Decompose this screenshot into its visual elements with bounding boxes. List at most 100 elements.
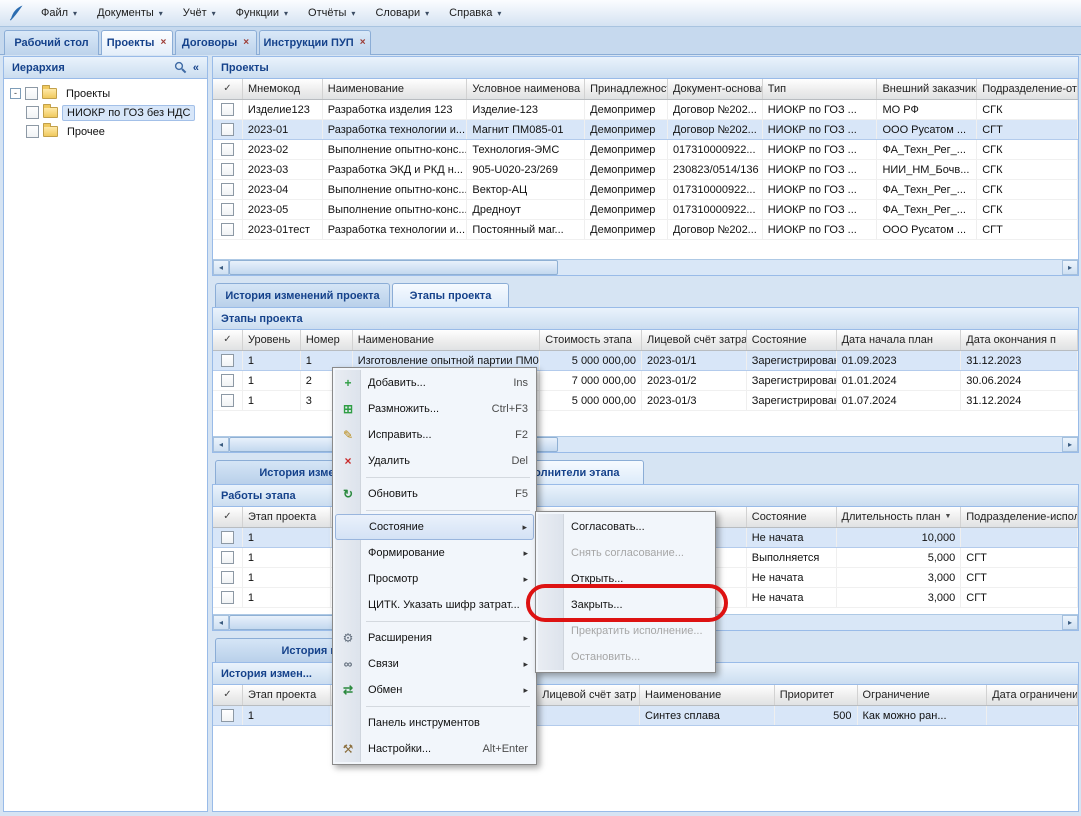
scroll-left-icon[interactable]: ◂ (213, 437, 229, 452)
section-tab[interactable]: История изменений проекта (215, 283, 390, 307)
menubar-item[interactable]: Учёт▾ (173, 0, 226, 26)
checkbox[interactable] (26, 106, 39, 119)
checkbox[interactable] (221, 591, 234, 604)
menu-item[interactable]: ⚒Настройки...Alt+Enter (335, 736, 534, 762)
select-all-header[interactable]: ✓ (213, 79, 243, 99)
column-header[interactable]: Наименование (323, 79, 468, 99)
column-header[interactable]: Тип (763, 79, 878, 99)
menubar-item[interactable]: Функции▾ (226, 0, 298, 26)
menu-item[interactable]: +Добавить...Ins (335, 370, 534, 396)
menubar-item[interactable]: Отчёты▾ (298, 0, 365, 26)
menu-item[interactable]: Формирование▸ (335, 540, 534, 566)
horizontal-scrollbar[interactable]: ◂▸ (213, 259, 1078, 275)
scrollbar-thumb[interactable] (229, 260, 558, 275)
scroll-left-icon[interactable]: ◂ (213, 260, 229, 275)
select-all-header[interactable]: ✓ (213, 507, 243, 527)
menu-item[interactable]: Просмотр▸ (335, 566, 534, 592)
checkbox[interactable] (221, 223, 234, 236)
menu-item[interactable]: ↻ОбновитьF5 (335, 481, 534, 507)
table-row[interactable]: 2023-05Выполнение опытно-конс...Дредноут… (213, 200, 1078, 220)
menubar-item[interactable]: Словари▾ (365, 0, 439, 26)
column-header[interactable]: Подразделение-от (977, 79, 1078, 99)
column-header[interactable]: Приоритет (775, 685, 858, 705)
checkbox[interactable] (221, 143, 234, 156)
scrollbar-track[interactable] (558, 260, 1062, 275)
table-row[interactable]: 2023-03Разработка ЭКД и РКД н...905-U020… (213, 160, 1078, 180)
checkbox[interactable] (221, 709, 234, 722)
column-header[interactable]: Лицевой счёт затрат (642, 330, 747, 350)
checkbox[interactable] (221, 394, 234, 407)
expander-icon[interactable]: - (10, 88, 21, 99)
section-tab[interactable]: Этапы проекта (392, 283, 509, 307)
menu-item[interactable]: ×УдалитьDel (335, 448, 534, 474)
checkbox[interactable] (221, 571, 234, 584)
menu-item[interactable]: ✎Исправить...F2 (335, 422, 534, 448)
close-icon[interactable]: × (242, 38, 250, 48)
find-icon[interactable] (174, 61, 187, 74)
checkbox[interactable] (221, 354, 234, 367)
select-all-header[interactable]: ✓ (213, 685, 243, 705)
checkbox[interactable] (26, 125, 39, 138)
column-header[interactable]: Условное наименова (467, 79, 585, 99)
menu-item[interactable]: ∞Связи▸ (335, 651, 534, 677)
column-header[interactable]: Дата ограничения (987, 685, 1078, 705)
menu-item[interactable]: Состояние▸ (335, 514, 534, 540)
scroll-right-icon[interactable]: ▸ (1062, 615, 1078, 630)
table-row[interactable]: Изделие123Разработка изделия 123Изделие-… (213, 100, 1078, 120)
column-header[interactable]: Принадлежность (585, 79, 668, 99)
column-header[interactable]: Уровень (243, 330, 301, 350)
tree-item[interactable]: НИОКР по ГОЗ без НДС (4, 103, 207, 122)
column-header[interactable]: Стоимость этапа (540, 330, 642, 350)
menu-item[interactable]: Согласовать... (538, 514, 713, 540)
checkbox[interactable] (221, 551, 234, 564)
column-header[interactable]: Этап проекта (243, 685, 331, 705)
checkbox[interactable] (221, 123, 234, 136)
collapse-panel-icon[interactable]: « (193, 62, 199, 74)
column-header[interactable]: Ограничение (858, 685, 988, 705)
table-row[interactable]: 2023-02Выполнение опытно-конс...Технолог… (213, 140, 1078, 160)
column-header[interactable]: Состояние (747, 330, 837, 350)
column-header[interactable]: Подразделение-исполн (961, 507, 1078, 527)
select-all-header[interactable]: ✓ (213, 330, 243, 350)
menubar-item[interactable]: Справка▾ (439, 0, 511, 26)
main-tab[interactable]: Проекты× (101, 30, 173, 55)
checkbox[interactable] (221, 103, 234, 116)
scroll-right-icon[interactable]: ▸ (1062, 260, 1078, 275)
menu-item[interactable]: ⚙Расширения▸ (335, 625, 534, 651)
menubar-item[interactable]: Файл▾ (31, 0, 87, 26)
menubar-item[interactable]: Документы▾ (87, 0, 173, 26)
column-header[interactable]: Длительность план▼ (837, 507, 962, 527)
checkbox[interactable] (25, 87, 38, 100)
checkbox[interactable] (221, 203, 234, 216)
column-header[interactable]: Мнемокод (243, 79, 323, 99)
checkbox[interactable] (221, 374, 234, 387)
checkbox[interactable] (221, 163, 234, 176)
table-row[interactable]: 2023-01Разработка технологии и...Магнит … (213, 120, 1078, 140)
close-icon[interactable]: × (359, 38, 367, 48)
main-tab[interactable]: Инструкции ПУП× (259, 30, 371, 55)
column-header[interactable]: Состояние (747, 507, 837, 527)
scroll-right-icon[interactable]: ▸ (1062, 437, 1078, 452)
column-header[interactable]: Наименование (640, 685, 775, 705)
main-tab[interactable]: Рабочий стол (4, 30, 99, 55)
scroll-left-icon[interactable]: ◂ (213, 615, 229, 630)
table-row[interactable]: 2023-04Выполнение опытно-конс...Вектор-А… (213, 180, 1078, 200)
checkbox[interactable] (221, 183, 234, 196)
main-tab[interactable]: Договоры× (175, 30, 257, 55)
column-header[interactable]: Номер (301, 330, 353, 350)
column-header[interactable]: Этап проекта (243, 507, 331, 527)
column-header[interactable]: Наименование (353, 330, 541, 350)
menu-item[interactable]: Открыть... (538, 566, 713, 592)
tree-item[interactable]: -Проекты (4, 84, 207, 103)
column-header[interactable]: Внешний заказчик (877, 79, 977, 99)
column-header[interactable]: Дата начала план (837, 330, 962, 350)
column-header[interactable]: Лицевой счёт затр (537, 685, 640, 705)
menu-item[interactable]: Закрыть... (538, 592, 713, 618)
menu-item[interactable]: ⊞Размножить...Ctrl+F3 (335, 396, 534, 422)
menu-item[interactable]: ⇄Обмен▸ (335, 677, 534, 703)
menu-item[interactable]: ЦИТК. Указать шифр затрат... (335, 592, 534, 618)
close-icon[interactable]: × (159, 38, 167, 48)
table-row[interactable]: 2023-01тестРазработка технологии и...Пос… (213, 220, 1078, 240)
column-header[interactable]: Документ-основан (668, 79, 763, 99)
scrollbar-track[interactable] (558, 437, 1062, 452)
